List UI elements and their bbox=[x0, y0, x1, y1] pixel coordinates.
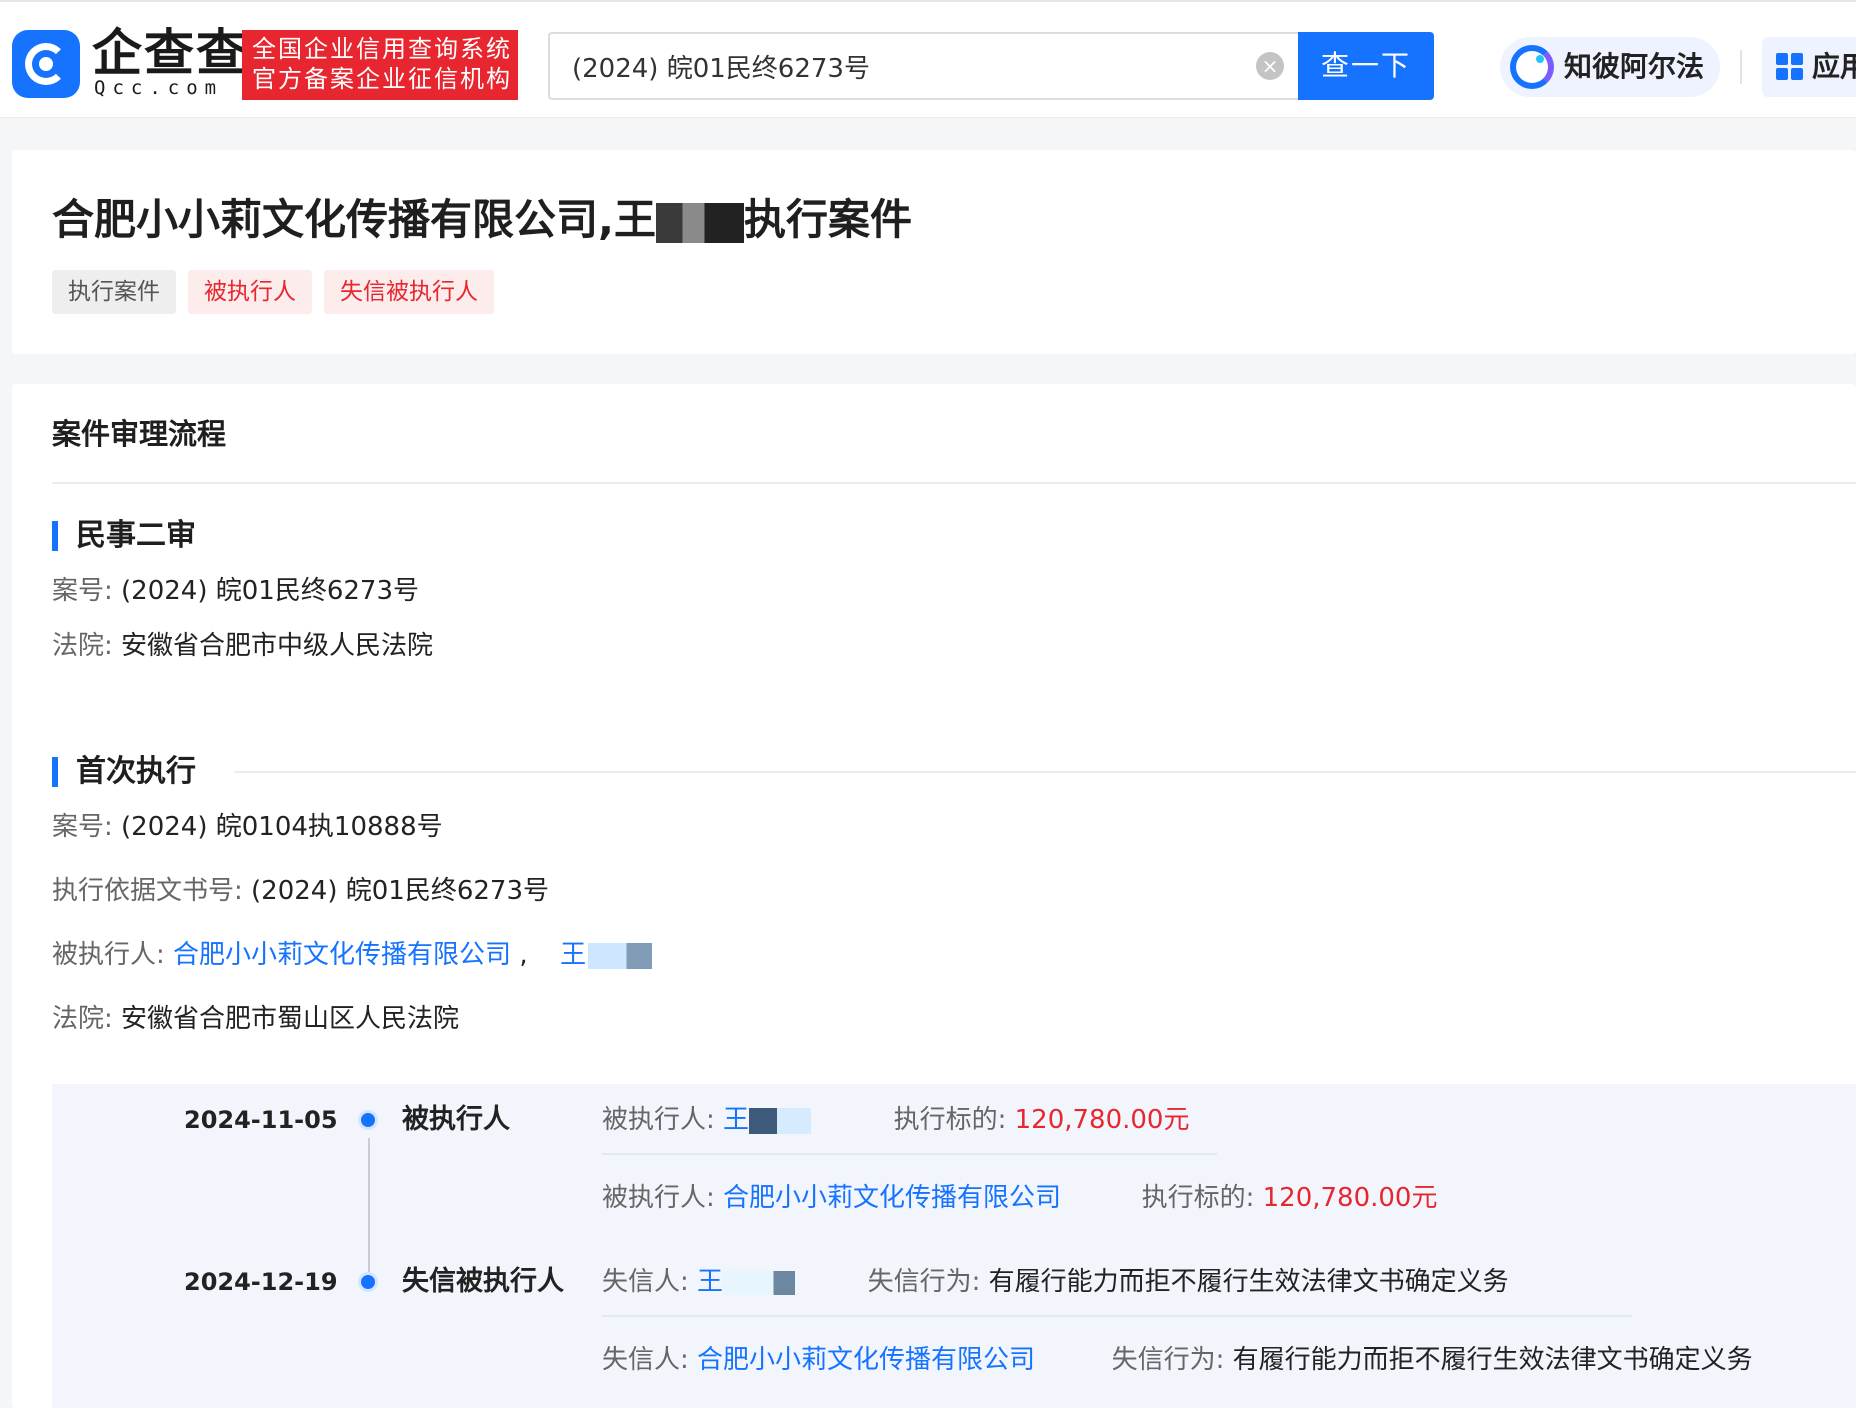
entry-divider bbox=[602, 1153, 1217, 1155]
title-text-start: 合肥小小莉文化传播有限公司,王 bbox=[52, 195, 656, 244]
apps-button[interactable]: 应用 bbox=[1762, 37, 1856, 97]
party-separator: , bbox=[519, 940, 528, 970]
stage-marker bbox=[52, 521, 58, 551]
case-number-label: 案号: bbox=[52, 812, 113, 842]
timeline-date: 2024-12-19 bbox=[184, 1268, 338, 1296]
zhibi-alpha-button[interactable]: 知彼阿尔法 bbox=[1500, 37, 1720, 97]
timeline-dot bbox=[358, 1110, 378, 1130]
zhibi-alpha-label: 知彼阿尔法 bbox=[1564, 50, 1705, 83]
zhibi-alpha-icon bbox=[1510, 45, 1554, 89]
dishonest-behavior-value: 有履行能力而拒不履行生效法律文书确定义务 bbox=[1232, 1345, 1753, 1375]
badge-line-1: 全国企业信用查询系统 bbox=[252, 35, 512, 63]
execution-amount-value: 120,780.00元 bbox=[1014, 1105, 1190, 1135]
basis-document-label: 执行依据文书号: bbox=[52, 876, 243, 906]
stage2-court-row: 法院: 安徽省合肥市蜀山区人民法院 bbox=[52, 999, 459, 1039]
tag-execution-case[interactable]: 执行案件 bbox=[52, 270, 176, 314]
search-button[interactable]: 查一下 bbox=[1298, 32, 1434, 100]
header-divider bbox=[1740, 50, 1742, 84]
execution-timeline: 2024-11-05 被执行人 被执行人: 王 执行标的: 120,780.00… bbox=[52, 1084, 1856, 1408]
qcc-logo-icon[interactable] bbox=[12, 30, 80, 98]
timeline-entry: 失信人: 合肥小小莉文化传播有限公司 失信行为: 有履行能力而拒不履行生效法律文… bbox=[602, 1340, 1753, 1380]
search-box: × bbox=[548, 32, 1298, 100]
stage1-court-row: 法院: 安徽省合肥市中级人民法院 bbox=[52, 626, 433, 666]
court-label: 法院: bbox=[52, 1004, 113, 1034]
dishonest-company-label: 失信人: bbox=[602, 1345, 689, 1375]
timeline-entry: 被执行人: 合肥小小莉文化传播有限公司 执行标的: 120,780.00元 bbox=[602, 1178, 1437, 1218]
top-header: 企查查 Qcc.com 全国企业信用查询系统 官方备案企业征信机构 × 查一下 … bbox=[0, 0, 1856, 118]
redacted-name-block bbox=[723, 1270, 796, 1295]
dishonest-behavior-label: 失信行为: bbox=[1111, 1345, 1225, 1375]
case-number-value: (2024) 皖01民终6273号 bbox=[121, 576, 420, 606]
execution-amount-label: 执行标的: bbox=[1141, 1183, 1255, 1213]
timeline-entry: 被执行人: 王 执行标的: 120,780.00元 bbox=[602, 1100, 1189, 1140]
search-input[interactable] bbox=[570, 34, 1220, 98]
court-value: 安徽省合肥市蜀山区人民法院 bbox=[121, 1004, 460, 1034]
badge-line-2: 官方备案企业征信机构 bbox=[252, 65, 512, 93]
execution-amount-label: 执行标的: bbox=[893, 1105, 1007, 1135]
timeline-dot bbox=[358, 1272, 378, 1292]
tag-executed-person[interactable]: 被执行人 bbox=[188, 270, 312, 314]
clear-search-icon[interactable]: × bbox=[1256, 52, 1284, 80]
executed-company-link[interactable]: 合肥小小莉文化传播有限公司 bbox=[723, 1183, 1061, 1213]
dishonest-person-label: 失信人: bbox=[602, 1267, 689, 1297]
stage1-case-row: 案号: (2024) 皖01民终6273号 bbox=[52, 571, 419, 611]
executed-person-label: 被执行人: bbox=[602, 1105, 715, 1135]
timeline-entry: 失信人: 王 失信行为: 有履行能力而拒不履行生效法律文书确定义务 bbox=[602, 1262, 1509, 1302]
redacted-name-block bbox=[655, 202, 744, 243]
tag-dishonest-executed-person[interactable]: 失信被执行人 bbox=[324, 270, 494, 314]
timeline-event-type: 失信被执行人 bbox=[402, 1266, 564, 1297]
timeline-event-type: 被执行人 bbox=[402, 1104, 510, 1135]
dishonest-behavior-value: 有履行能力而拒不履行生效法律文书确定义务 bbox=[988, 1267, 1509, 1297]
timeline-date: 2024-11-05 bbox=[184, 1106, 338, 1134]
page-title: 合肥小小莉文化传播有限公司,王 执行案件 bbox=[52, 190, 912, 250]
case-title-card: 合肥小小莉文化传播有限公司,王 执行案件 执行案件 被执行人 失信被执行人 bbox=[12, 150, 1856, 354]
dishonest-person-link[interactable]: 王 bbox=[697, 1267, 723, 1297]
court-value: 安徽省合肥市中级人民法院 bbox=[121, 631, 434, 661]
executed-person-link[interactable]: 王 bbox=[723, 1105, 749, 1135]
stage-divider bbox=[234, 771, 1856, 773]
apps-grid-icon bbox=[1776, 53, 1804, 81]
stage-title-first-execution: 首次执行 bbox=[76, 754, 196, 789]
section-divider bbox=[52, 482, 1856, 484]
redacted-name-block bbox=[588, 942, 653, 969]
executed-party-label: 被执行人: bbox=[52, 940, 165, 970]
case-tags: 执行案件 被执行人 失信被执行人 bbox=[52, 270, 494, 314]
apps-label: 应用 bbox=[1812, 50, 1856, 83]
official-badge: 全国企业信用查询系统 官方备案企业征信机构 bbox=[242, 30, 518, 100]
case-process-card: 案件审理流程 民事二审 案号: (2024) 皖01民终6273号 法院: 安徽… bbox=[12, 384, 1856, 1408]
stage2-party-row: 被执行人: 合肥小小莉文化传播有限公司 , 王 bbox=[52, 935, 653, 975]
stage2-basis-row: 执行依据文书号: (2024) 皖01民终6273号 bbox=[52, 871, 549, 911]
logo-name[interactable]: 企查查 bbox=[92, 26, 248, 80]
executed-company-link[interactable]: 合肥小小莉文化传播有限公司 bbox=[173, 940, 511, 970]
stage-title-civil-second-instance: 民事二审 bbox=[76, 518, 196, 553]
logo-dot bbox=[39, 57, 53, 71]
execution-amount-value: 120,780.00元 bbox=[1262, 1183, 1438, 1213]
title-text-end: 执行案件 bbox=[743, 195, 912, 244]
case-number-label: 案号: bbox=[52, 576, 113, 606]
executed-person-link[interactable]: 王 bbox=[560, 940, 586, 970]
court-label: 法院: bbox=[52, 631, 113, 661]
entry-divider bbox=[602, 1315, 1632, 1317]
executed-company-label: 被执行人: bbox=[602, 1183, 715, 1213]
logo-domain: Qcc.com bbox=[94, 77, 224, 99]
basis-document-value: (2024) 皖01民终6273号 bbox=[251, 876, 550, 906]
timeline-connector bbox=[368, 1138, 370, 1288]
stage2-case-row: 案号: (2024) 皖0104执10888号 bbox=[52, 807, 443, 847]
case-number-value: (2024) 皖0104执10888号 bbox=[121, 812, 443, 842]
dishonest-company-link[interactable]: 合肥小小莉文化传播有限公司 bbox=[697, 1345, 1035, 1375]
stage-marker bbox=[52, 757, 58, 787]
section-title: 案件审理流程 bbox=[52, 417, 227, 451]
redacted-name-block bbox=[749, 1107, 812, 1134]
dishonest-behavior-label: 失信行为: bbox=[867, 1267, 981, 1297]
